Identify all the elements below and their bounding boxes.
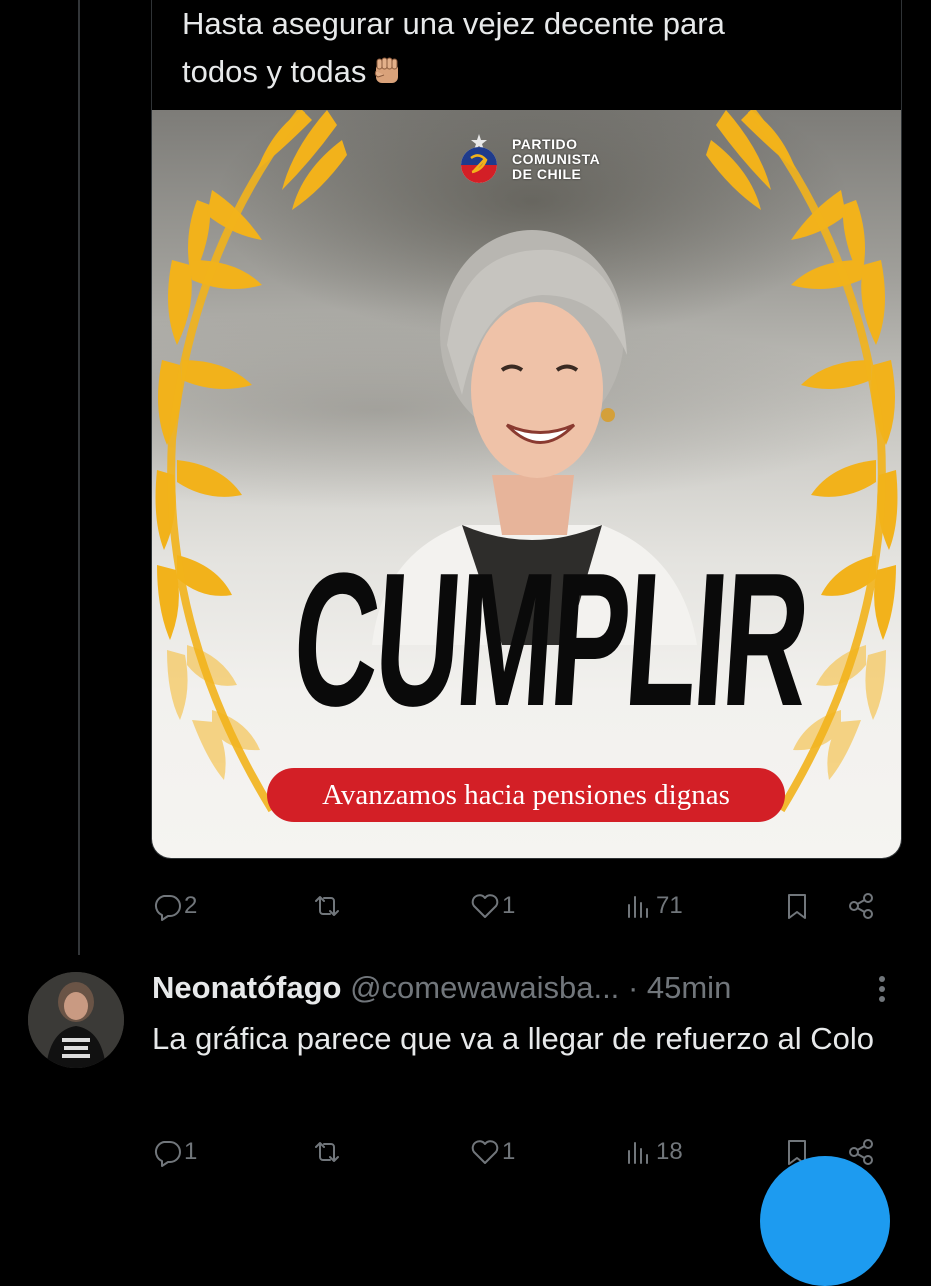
retweet-button[interactable]	[312, 886, 344, 926]
like-button[interactable]: 1	[470, 1132, 515, 1172]
thread-line	[78, 0, 80, 955]
reply-icon	[154, 895, 181, 921]
tweet-image[interactable]: PARTIDO COMUNISTA DE CHILE CUMPLIR Avanz…	[152, 110, 901, 858]
views-button[interactable]: 71	[624, 886, 683, 926]
like-count: 1	[502, 1138, 516, 1165]
bookmark-button[interactable]	[782, 886, 812, 926]
quoted-tweet-actions: 2 1 71	[152, 886, 892, 926]
like-icon	[471, 894, 499, 918]
share-icon	[849, 893, 873, 919]
reply-count: 2	[184, 892, 198, 919]
party-emblem-icon	[461, 134, 497, 183]
compose-button[interactable]	[760, 1156, 890, 1286]
views-count: 71	[656, 892, 683, 919]
reply-tweet-text: La gráfica parece que va a llegar de ref…	[152, 1021, 875, 1056]
author-name[interactable]: Neonatófago	[152, 970, 341, 1005]
views-button[interactable]: 18	[624, 1132, 683, 1172]
views-icon	[628, 896, 648, 918]
poster-headline: CUMPLIR	[287, 534, 812, 746]
retweet-icon	[315, 1142, 339, 1162]
reply-icon	[154, 1141, 181, 1167]
like-button[interactable]: 1	[470, 886, 515, 926]
quoted-tweet-body: Hasta asegurar una vejez decente para to…	[182, 6, 725, 89]
retweet-icon	[315, 896, 339, 916]
party-logo: PARTIDO COMUNISTA DE CHILE	[452, 132, 600, 186]
raised-fist-emoji-icon	[375, 57, 399, 83]
views-icon	[628, 1142, 648, 1164]
more-icon[interactable]	[872, 974, 892, 1004]
share-button[interactable]	[846, 886, 876, 926]
avatar-photo	[28, 972, 124, 1068]
tweet-time[interactable]: · 45min	[628, 970, 731, 1005]
like-count: 1	[502, 892, 516, 919]
quoted-tweet-text: Hasta asegurar una vejez decente para to…	[182, 0, 882, 96]
party-name: PARTIDO COMUNISTA DE CHILE	[512, 135, 601, 182]
reply-count: 1	[184, 1138, 198, 1165]
reply-button[interactable]: 2	[152, 886, 197, 926]
reply-tweet-actions: 1 1 18	[152, 1132, 892, 1172]
author-handle[interactable]: @comewawaisba...	[350, 970, 619, 1005]
retweet-button[interactable]	[312, 1132, 344, 1172]
bookmark-icon	[788, 894, 806, 919]
quoted-tweet-card[interactable]: Hasta asegurar una vejez decente para to…	[151, 0, 902, 859]
poster-slogan: Avanzamos hacia pensiones dignas	[267, 768, 785, 822]
reply-header: Neonatófago @comewawaisba... · 45min	[152, 966, 912, 1010]
like-icon	[471, 1140, 499, 1164]
views-count: 18	[656, 1138, 683, 1165]
reply-button[interactable]: 1	[152, 1132, 197, 1172]
avatar[interactable]	[28, 972, 124, 1068]
